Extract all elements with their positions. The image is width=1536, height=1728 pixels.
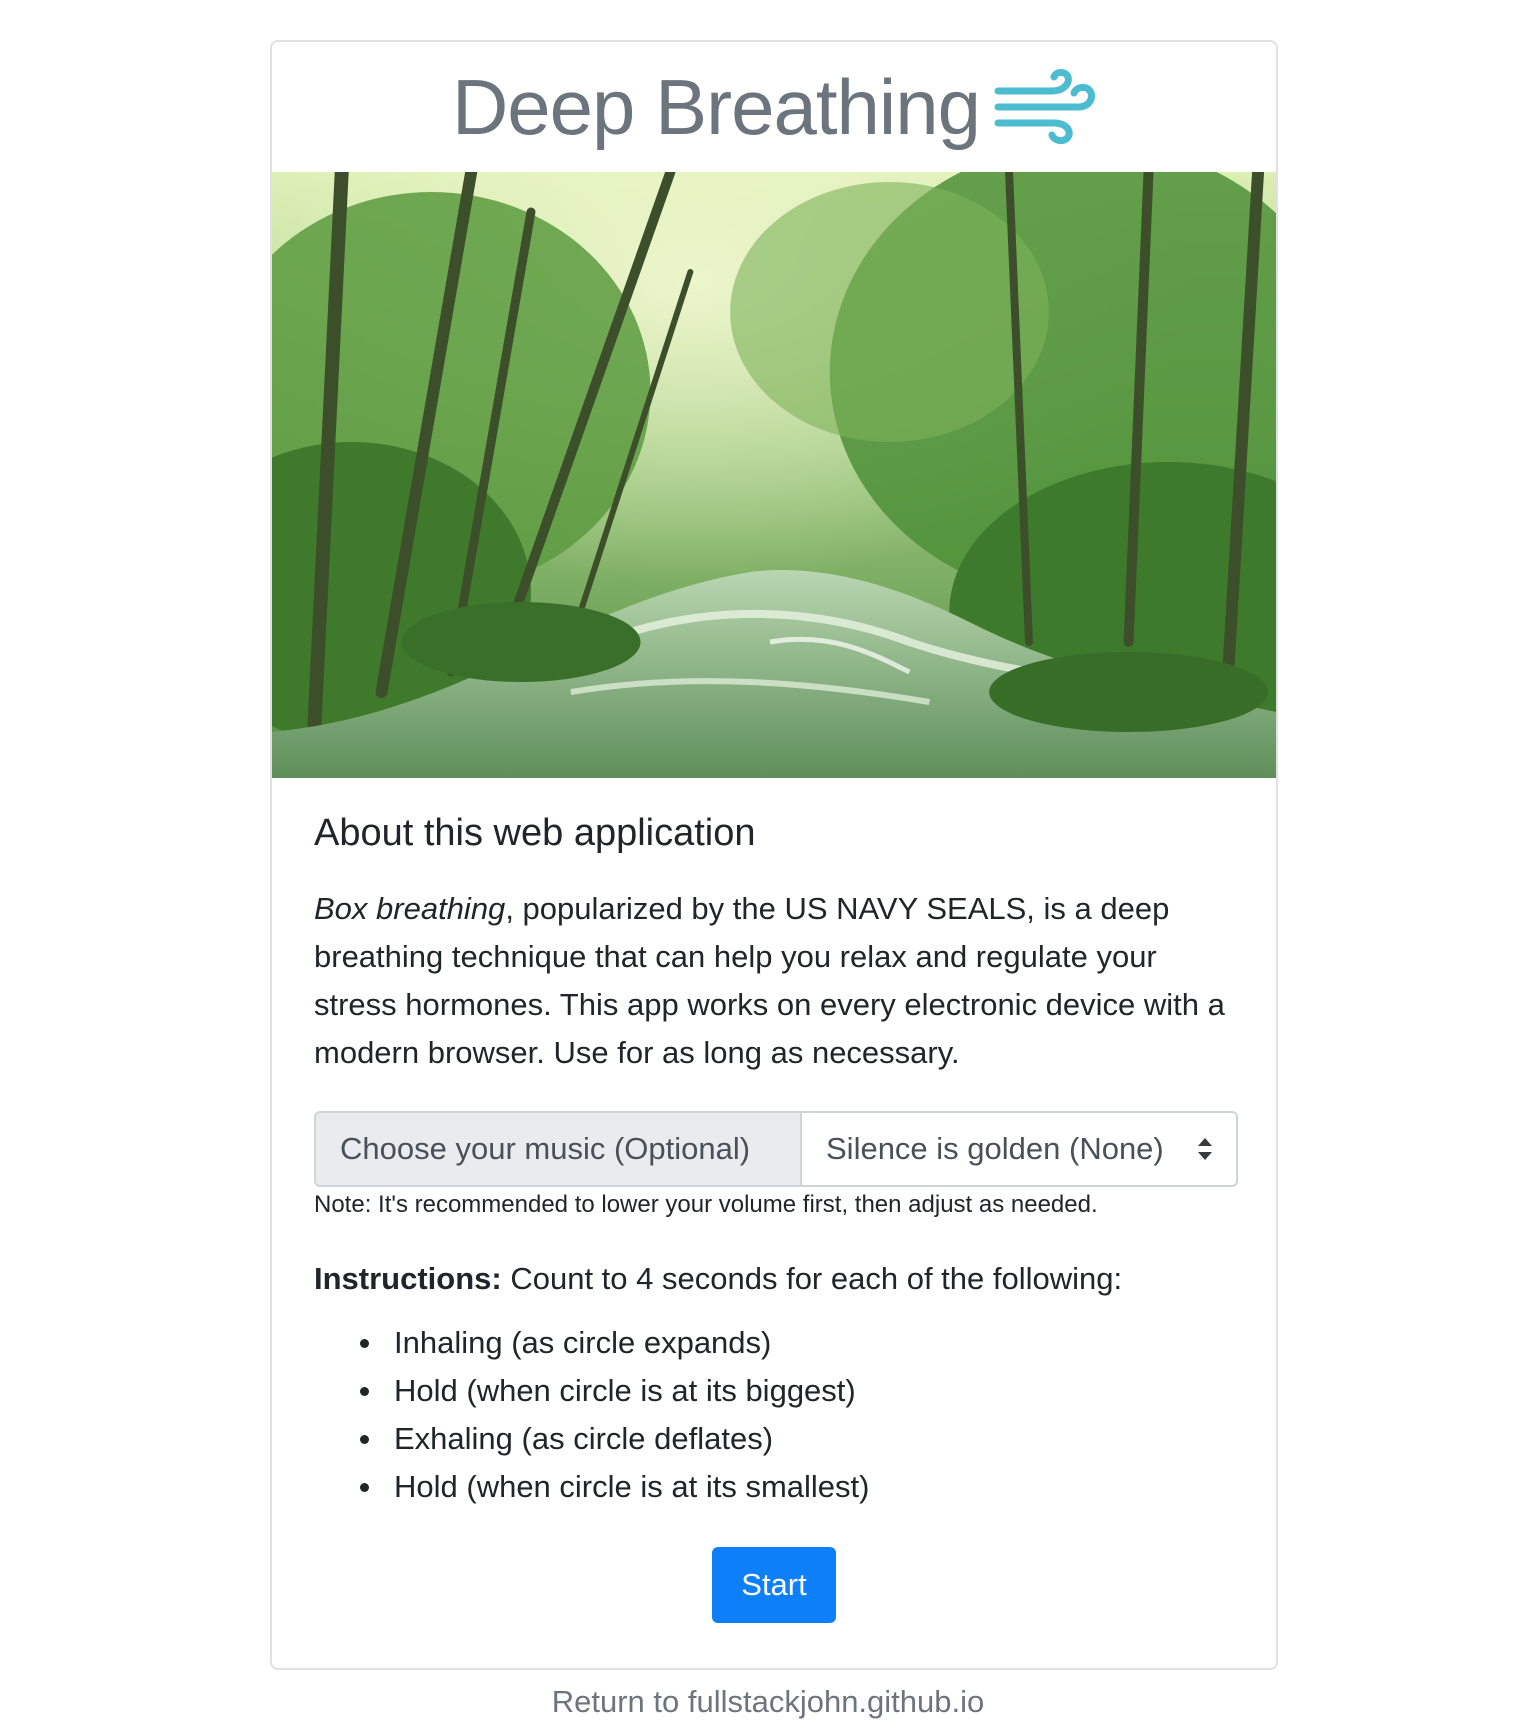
header: Deep Breathing (272, 42, 1276, 172)
list-item: Hold (when circle is at its biggest) (360, 1367, 1234, 1415)
start-wrap: Start (314, 1547, 1234, 1623)
list-item: Hold (when circle is at its smallest) (360, 1463, 1234, 1511)
volume-note: Note: It's recommended to lower your vol… (314, 1191, 1098, 1218)
instructions-text: Count to 4 seconds for each of the follo… (501, 1261, 1123, 1296)
instructions-label: Instructions: (314, 1261, 502, 1296)
list-item: Exhaling (as circle deflates) (360, 1415, 1234, 1463)
steps-list: Inhaling (as circle expands) Hold (when … (314, 1319, 1234, 1511)
forest-stream-image (272, 172, 1276, 778)
content: About this web application Box breathing… (272, 778, 1276, 1623)
intro-italic: Box breathing (314, 891, 506, 926)
main-card: Deep Breathing About this web applicatio… (270, 40, 1278, 1670)
select-arrows-icon (1198, 1138, 1212, 1160)
intro-paragraph: Box breathing, popularized by the US NAV… (314, 885, 1234, 1077)
music-select[interactable]: Silence is golden (None) (800, 1111, 1238, 1187)
list-item: Inhaling (as circle expands) (360, 1319, 1234, 1367)
instructions: Instructions: Count to 4 seconds for eac… (314, 1261, 1234, 1297)
return-link[interactable]: Return to fullstackjohn.github.io (0, 1684, 1536, 1720)
start-button[interactable]: Start (712, 1547, 836, 1623)
wind-icon (994, 69, 1095, 145)
music-label: Choose your music (Optional) (314, 1111, 800, 1187)
about-heading: About this web application (314, 812, 756, 854)
page-title: Deep Breathing (451, 62, 981, 151)
music-selected-value: Silence is golden (None) (826, 1131, 1164, 1166)
music-input-group: Choose your music (Optional) Silence is … (314, 1111, 1238, 1187)
